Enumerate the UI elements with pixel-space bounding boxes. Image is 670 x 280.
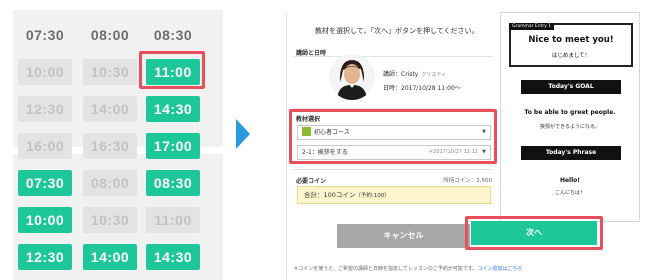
phrase-text-jp: こんにちは！ (554, 190, 585, 196)
lesson-headline: Nice to meet you! (528, 35, 614, 45)
time-slot-button: 12:30 (18, 96, 72, 122)
time-slot-button: 08:00 (83, 22, 137, 48)
time-slot-button[interactable]: 14:30 (146, 96, 200, 122)
time-slot-button[interactable]: 07:30 (18, 170, 72, 196)
time-slot-button: 08:30 (146, 22, 200, 48)
teacher-photo (337, 60, 367, 100)
time-slot-button: 10:00 (18, 59, 72, 85)
time-slot-button: 10:30 (83, 59, 137, 85)
time-slot-button: 07:30 (18, 22, 72, 48)
time-slot-button[interactable]: 12:30 (18, 244, 72, 270)
avatar (329, 54, 375, 100)
time-slot-button: 14:00 (83, 96, 137, 122)
goal-text: To be able to greet people. (524, 109, 616, 116)
phrase-label: Today's Phrase (521, 146, 621, 160)
time-slot-button[interactable]: 10:00 (18, 207, 72, 233)
coin-total-box: 合計：100コイン（予約:100） (297, 186, 491, 204)
coin-total-sub: （予約:100） (355, 193, 390, 199)
material-preview-card: Grammar Entry 1 Nice to meet you! はじめまして… (500, 12, 640, 222)
grammar-tag: Grammar Entry 1 (509, 23, 555, 30)
cancel-button[interactable]: キャンセル (337, 224, 470, 248)
lesson-headline-jp: はじめまして！ (551, 53, 591, 59)
teacher-name-kana: クリスティ (421, 72, 447, 78)
time-slot-button: 11:00 (146, 207, 200, 233)
time-slot-button: 16:00 (18, 133, 72, 159)
goal-label: Today's GOAL (521, 80, 621, 94)
time-slot-button[interactable]: 14:30 (146, 244, 200, 270)
time-slot-button: 08:00 (83, 170, 137, 196)
arrow-right-icon (236, 119, 250, 149)
coin-note-text: ※コインを使うと、ご希望の講師と日時を指定してレッスンのご予約が可能です。 (294, 266, 478, 272)
material-select-highlight (289, 109, 497, 164)
coin-owned: 所持コイン：2,500 (443, 178, 492, 184)
time-slot-button[interactable]: 17:00 (146, 133, 200, 159)
phrase-text: Hello! (559, 177, 581, 184)
time-slot-button[interactable]: 08:30 (146, 170, 200, 196)
divider (293, 56, 493, 57)
lesson-datetime: 日時：2017/10/28 11:00〜 (383, 85, 461, 92)
next-button-highlight (465, 216, 603, 250)
instruction-text: 教材を選択して、「次へ」ボタンを押してください。 (315, 27, 479, 35)
divider (293, 169, 493, 170)
coin-total: 合計：100コイン (304, 191, 356, 199)
time-slot-button[interactable]: 14:00 (83, 244, 137, 270)
selected-slot-highlight (139, 51, 205, 89)
coin-section-label: 必要コイン (296, 178, 327, 185)
coin-note: ※コインを使うと、ご希望の講師と日時を指定してレッスンのご予約が可能です。コイン… (294, 265, 522, 272)
teacher-name-row: 講師：Cristy クリスティ (383, 69, 446, 78)
time-slot-button: 10:30 (83, 207, 137, 233)
goal-text-jp: 挨拶ができるようになる。 (540, 124, 600, 130)
lesson-title-box: Grammar Entry 1 Nice to meet you! はじめまして… (509, 23, 633, 67)
add-coin-link[interactable]: コイン追加はこちら (477, 266, 522, 272)
teacher-name: 講師：Cristy (383, 71, 419, 78)
time-slot-button: 16:30 (83, 133, 137, 159)
